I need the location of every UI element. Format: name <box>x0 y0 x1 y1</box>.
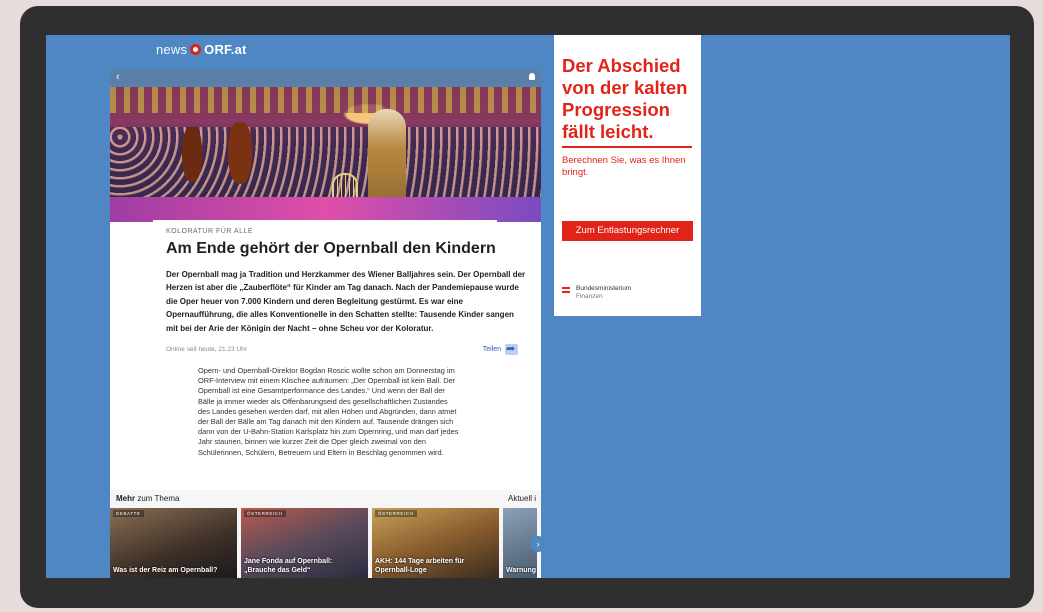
ad-subline: Berechnen Sie, was es Ihnen bringt. <box>562 155 686 178</box>
share-button[interactable]: Teilen <box>482 342 518 355</box>
orf-eye-icon <box>190 44 202 55</box>
related-title-bold: Mehr <box>116 494 136 503</box>
hero-balcony <box>110 87 541 113</box>
article-kicker: KOLORATUR FÜR ALLE <box>166 228 254 235</box>
bell-icon[interactable] <box>529 73 535 80</box>
news-orf-logo[interactable]: news ORF.at <box>156 42 247 57</box>
article-body-text: Opern- und Opernball-Direktor Bogdan Ros… <box>198 366 459 457</box>
chevron-right-icon: › <box>536 539 540 549</box>
brand-orf-text: ORF.at <box>204 42 247 57</box>
ad-ministry: Bundesministerium Finanzen <box>562 285 631 301</box>
related-tile-2[interactable]: ÖSTERREICH Jane Fonda auf Opernball: „Br… <box>241 508 368 578</box>
ad-divider <box>562 146 692 148</box>
related-articles-strip: Mehr zum Thema Aktuell i DEBATTE Was ist… <box>110 490 541 578</box>
ministry-line2: Finanzen <box>576 293 603 300</box>
tile-caption: Was ist der Reiz am Opernball? <box>113 567 218 574</box>
related-title-rest: zum Thema <box>135 494 180 503</box>
hero-crowd <box>110 127 541 197</box>
share-label: Teilen <box>482 346 501 353</box>
tile-caption: AKH: 144 Tage arbeiten für Opernball-Log… <box>375 558 465 574</box>
screen: news ORF.at ‹ KOLORATUR FÜR ALLE Am Ende… <box>46 35 1010 578</box>
tile-tag: ÖSTERREICH <box>375 510 417 517</box>
headline-block: KOLORATUR FÜR ALLE Am Ende gehört der Op… <box>166 228 536 258</box>
hero-image <box>110 87 541 222</box>
hero-singer <box>368 109 406 209</box>
share-icon <box>505 342 518 355</box>
related-tile-3[interactable]: ÖSTERREICH AKH: 144 Tage arbeiten für Op… <box>372 508 499 578</box>
article-meta: Online seit heute, 21.23 Uhr Teilen <box>166 342 518 355</box>
carousel-next-button[interactable]: › <box>530 536 546 552</box>
brand-news-text: news <box>156 42 188 57</box>
hero-cello-left <box>182 127 202 182</box>
article-toolbar: ‹ <box>110 70 541 87</box>
article-lead: Der Opernball mag ja Tradition und Herzk… <box>166 270 526 333</box>
ministry-line1: Bundesministerium <box>576 285 632 292</box>
back-icon[interactable]: ‹ <box>116 71 120 83</box>
tile-caption: Jane Fonda auf Opernball: „Brauche das G… <box>244 558 333 574</box>
tile-caption: Warnung in der Tü <box>506 567 537 574</box>
ad-cta-button[interactable]: Zum Entlastungsrechner <box>562 221 693 241</box>
ad-headline: Der Abschied von der kalten Progression … <box>562 55 688 142</box>
hero-cello-right <box>228 122 252 184</box>
austria-flag-icon <box>562 287 570 293</box>
related-tiles: DEBATTE Was ist der Reiz am Opernball? Ö… <box>110 508 537 578</box>
aktuell-title: Aktuell i <box>508 494 537 503</box>
tile-tag: ÖSTERREICH <box>244 510 286 517</box>
tile-tag: DEBATTE <box>113 510 144 517</box>
article-headline: Am Ende gehört der Opernball den Kindern <box>166 240 496 257</box>
hero-stage <box>110 197 541 222</box>
article-body: Opern- und Opernball-Direktor Bogdan Ros… <box>198 366 460 458</box>
ad-banner[interactable]: Der Abschied von der kalten Progression … <box>554 35 701 316</box>
related-tile-1[interactable]: DEBATTE Was ist der Reiz am Opernball? <box>110 508 237 578</box>
lead-block: Der Opernball mag ja Tradition und Herzk… <box>166 268 528 335</box>
related-title: Mehr zum Thema <box>116 494 179 503</box>
published-date: Online seit heute, 21.23 Uhr <box>166 346 247 353</box>
